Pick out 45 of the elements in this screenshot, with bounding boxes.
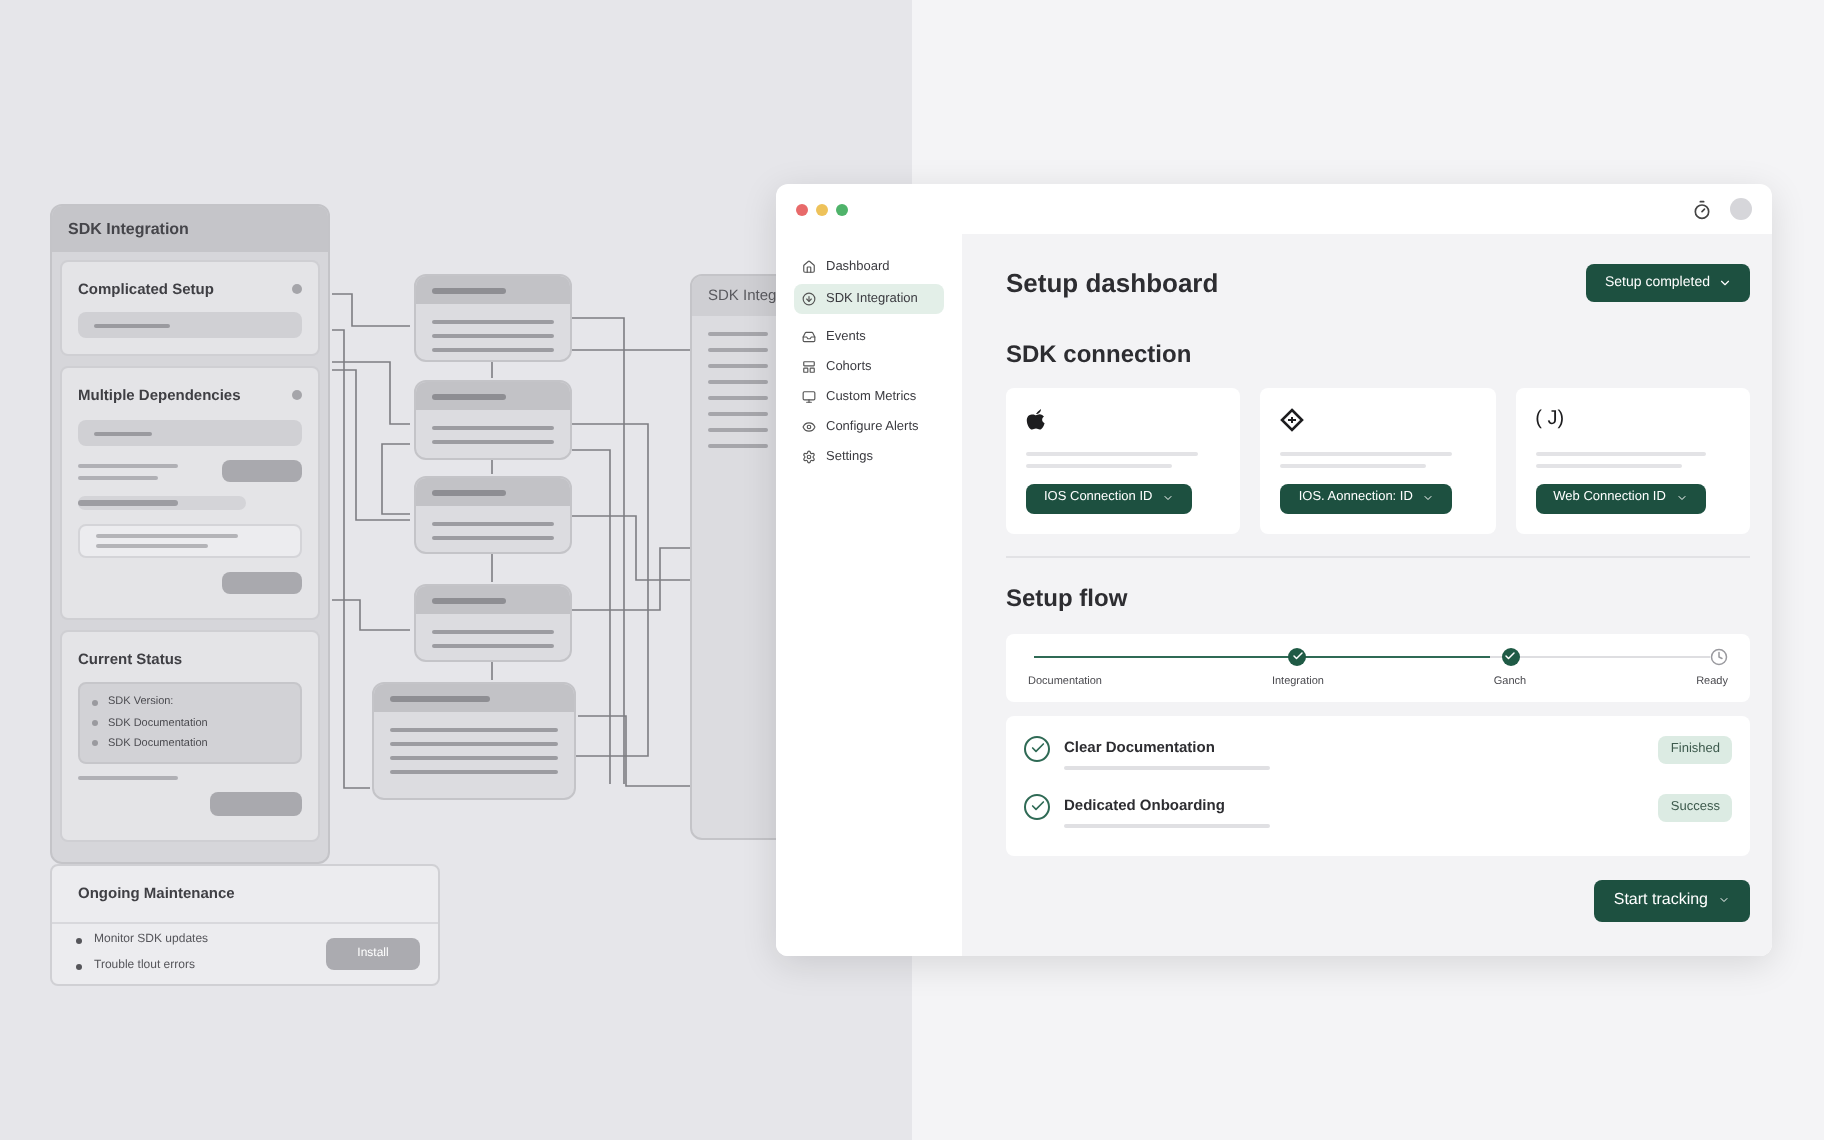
monitor-icon bbox=[802, 390, 816, 404]
placeholder-bar bbox=[390, 695, 491, 701]
button-placeholder bbox=[210, 792, 302, 816]
chevron-down-icon bbox=[1718, 276, 1732, 291]
placeholder-bar bbox=[78, 475, 159, 480]
start-tracking-button[interactable]: Start tracking bbox=[1593, 879, 1750, 921]
bullet-icon bbox=[76, 964, 82, 970]
apple-icon bbox=[1026, 407, 1046, 431]
eye-icon bbox=[802, 420, 816, 434]
placeholder-bar bbox=[94, 323, 171, 328]
chevron-down-icon bbox=[1675, 492, 1688, 504]
placeholder-bar bbox=[432, 287, 506, 293]
chevron-down-icon bbox=[1162, 492, 1175, 504]
code-glyph: ( J) bbox=[1535, 407, 1565, 431]
page-title: Setup dashboard bbox=[1006, 266, 1219, 302]
panel-title: SDK Integration bbox=[68, 217, 189, 241]
timer-icon[interactable] bbox=[1692, 199, 1712, 219]
button-placeholder bbox=[222, 572, 302, 595]
bullet-icon bbox=[92, 740, 98, 747]
section-title: SDK connection bbox=[1006, 337, 1194, 371]
placeholder-bar bbox=[432, 489, 506, 495]
chevron-down-icon bbox=[1422, 492, 1435, 504]
minimize-icon[interactable] bbox=[816, 203, 828, 215]
placeholder-bar bbox=[78, 463, 179, 468]
home-icon bbox=[802, 260, 816, 274]
circle-arrow-icon bbox=[802, 292, 816, 306]
avatar[interactable] bbox=[1730, 198, 1752, 220]
placeholder-bar bbox=[432, 393, 506, 399]
placeholder-bar bbox=[94, 431, 152, 436]
placeholder-bar bbox=[96, 534, 237, 539]
placeholder-bar bbox=[432, 597, 506, 603]
maximize-icon[interactable] bbox=[836, 203, 848, 215]
bullet-icon bbox=[92, 699, 98, 706]
placeholder-bar bbox=[96, 544, 209, 549]
close-icon[interactable] bbox=[796, 203, 808, 215]
gear-icon bbox=[802, 450, 816, 464]
diamond-icon bbox=[1280, 407, 1305, 431]
inbox-icon bbox=[802, 330, 816, 344]
chevron-down-icon bbox=[1718, 894, 1730, 906]
section-title: Setup flow bbox=[1006, 581, 1130, 615]
layout-icon bbox=[802, 360, 816, 374]
bullet-icon bbox=[76, 938, 82, 944]
placeholder-bar bbox=[78, 500, 179, 507]
button-placeholder bbox=[222, 460, 302, 483]
bullet-icon bbox=[92, 720, 98, 727]
